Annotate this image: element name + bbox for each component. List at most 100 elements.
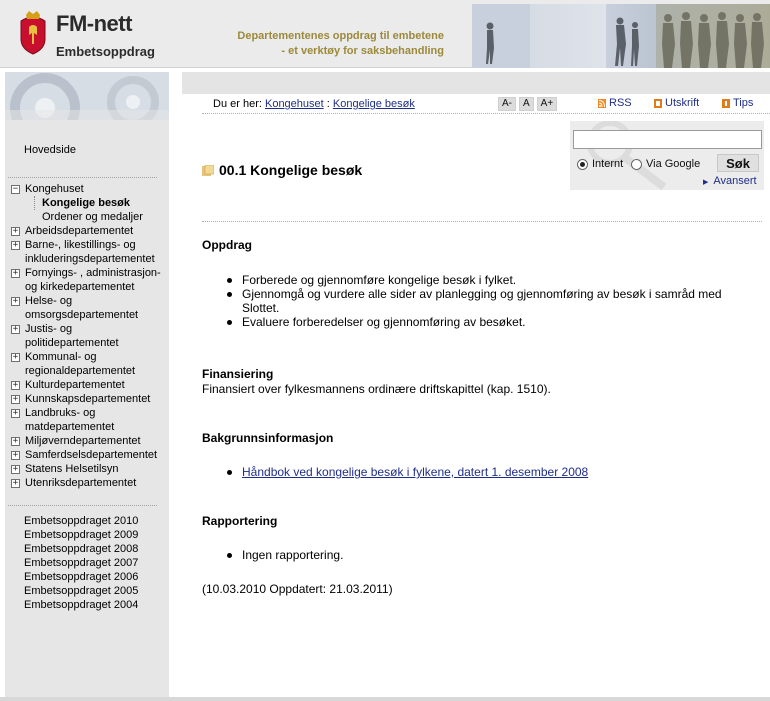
tips-icon xyxy=(722,98,730,108)
year-link[interactable]: Embetsoppdraget 2008 xyxy=(24,542,138,556)
nav-item[interactable]: − Kongehuset xyxy=(10,182,168,196)
nav-item-label: Justis- og politidepartementet xyxy=(25,323,119,349)
print-link[interactable]: Utskrift xyxy=(654,97,714,109)
gears-decoration xyxy=(5,72,169,120)
expand-icon[interactable]: + xyxy=(11,395,20,404)
nav-item-label: Kongehuset xyxy=(25,183,84,195)
expand-icon[interactable]: + xyxy=(11,241,20,250)
rss-label: RSS xyxy=(609,97,632,109)
expand-icon[interactable]: + xyxy=(11,409,20,418)
coat-of-arms-logo[interactable] xyxy=(18,11,48,55)
radio-label: Internt xyxy=(592,158,624,170)
date-info: (10.03.2010 Oppdatert: 21.03.2011) xyxy=(202,582,393,596)
header-people-photo xyxy=(472,4,770,68)
left-navigation: Hovedside − Kongehuset Kongelige besøk Orde… xyxy=(5,120,169,698)
list-item: Gjennomgå og vurdere alle sider av planl… xyxy=(223,287,753,315)
year-link[interactable]: Embetsoppdraget 2005 xyxy=(24,584,138,598)
breadcrumb: Du er her: Kongehuset : Kongelige besøk xyxy=(213,98,415,110)
search-button[interactable]: Søk xyxy=(717,154,759,172)
search-panel: Internt Via Google Søk ▶ Avansert xyxy=(570,121,764,190)
section-heading-bakgrunn: Bakgrunnsinformasjon xyxy=(202,431,334,445)
nav-home-link[interactable]: Hovedside xyxy=(24,144,76,156)
rss-link[interactable]: RSS xyxy=(598,97,650,109)
breadcrumb-link-kongehuset[interactable]: Kongehuset xyxy=(265,98,324,110)
year-link[interactable]: Embetsoppdraget 2007 xyxy=(24,556,138,570)
nav-subitem[interactable]: Ordener og medaljer xyxy=(34,210,168,224)
collapse-icon[interactable]: − xyxy=(11,185,20,194)
font-reset-button[interactable]: A xyxy=(519,97,534,111)
expand-icon[interactable]: + xyxy=(11,437,20,446)
nav-item[interactable]: + Justis- og politidepartementet xyxy=(10,322,168,350)
expand-icon[interactable]: + xyxy=(11,465,20,474)
radio-selected-indicator xyxy=(577,158,588,170)
nav-item[interactable]: + Statens Helsetilsyn xyxy=(10,462,168,476)
site-header: FM-nett Embetsoppdrag Departementenes op… xyxy=(0,0,770,68)
breadcrumb-separator: : xyxy=(326,98,330,110)
year-link[interactable]: Embetsoppdraget 2006 xyxy=(24,570,138,584)
year-link[interactable]: Embetsoppdraget 2010 xyxy=(24,514,138,528)
tips-label: Tips xyxy=(733,97,754,109)
year-link[interactable]: Embetsoppdraget 2009 xyxy=(24,528,138,542)
nav-item[interactable]: + Kommunal- og regionaldepartementet xyxy=(10,350,168,378)
nav-item[interactable]: + Kunnskapsdepartementet xyxy=(10,392,168,406)
rapportering-list: Ingen rapportering. xyxy=(223,548,753,562)
document-icon xyxy=(202,164,214,176)
expand-icon[interactable]: + xyxy=(11,297,20,306)
nav-item-label: Arbeidsdepartementet xyxy=(25,225,134,237)
search-scope-internal-radio[interactable]: Internt xyxy=(577,158,623,170)
print-icon xyxy=(654,98,662,108)
divider xyxy=(8,505,157,506)
breadcrumb-link-kongelige-besok[interactable]: Kongelige besøk xyxy=(333,98,415,110)
window-bottom-edge xyxy=(0,697,770,701)
nav-item-label: Statens Helsetilsyn xyxy=(25,463,119,475)
expand-icon[interactable]: + xyxy=(11,269,20,278)
expand-icon[interactable]: + xyxy=(11,227,20,236)
nav-item[interactable]: + Barne-, likestillings- og inkluderingsd… xyxy=(10,238,168,266)
nav-subitem-current[interactable]: Kongelige besøk xyxy=(34,196,168,210)
expand-icon[interactable]: + xyxy=(11,479,20,488)
search-scope-google-radio[interactable]: Via Google xyxy=(631,158,700,170)
nav-item-label: Landbruks- og matdepartementet xyxy=(25,407,115,433)
handbook-link[interactable]: Håndbok ved kongelige besøk i fylkene, d… xyxy=(242,465,588,479)
nav-item[interactable]: + Helse- og omsorgsdepartementet xyxy=(10,294,168,322)
tips-link[interactable]: Tips xyxy=(722,97,762,109)
page-heading: 00.1 Kongelige besøk xyxy=(202,162,362,178)
page-title: 00.1 Kongelige besøk xyxy=(219,162,363,178)
list-item: Ingen rapportering. xyxy=(223,548,753,562)
expand-icon[interactable]: + xyxy=(11,451,20,460)
expand-icon[interactable]: + xyxy=(11,325,20,334)
font-increase-button[interactable]: A+ xyxy=(536,97,558,111)
nav-item-label: Kommunal- og regionaldepartementet xyxy=(25,351,136,377)
advanced-search-label: Avansert xyxy=(713,175,757,187)
nav-item[interactable]: + Samferdselsdepartementet xyxy=(10,448,168,462)
font-decrease-button[interactable]: A- xyxy=(498,97,516,111)
nav-item[interactable]: + Kulturdepartementet xyxy=(10,378,168,392)
divider xyxy=(8,177,157,178)
nav-item[interactable]: + Miljøverndepartementet xyxy=(10,434,168,448)
top-strip xyxy=(182,72,770,94)
finansiering-text: Finansiert over fylkesmannens ordinære d… xyxy=(202,382,551,396)
advanced-search-link[interactable]: ▶ Avansert xyxy=(703,175,757,187)
expand-icon[interactable]: + xyxy=(11,381,20,390)
nav-item-label: Miljøverndepartementet xyxy=(25,435,141,447)
nav-item-label: Kulturdepartementet xyxy=(25,379,125,391)
brand-subtitle: Embetsoppdrag xyxy=(56,44,155,59)
search-input[interactable] xyxy=(573,130,762,149)
nav-item-label: Barne-, likestillings- og inkluderingsde… xyxy=(25,239,155,265)
nav-item-label: Helse- og omsorgsdepartementet xyxy=(25,295,139,321)
list-item: Forberede og gjennomføre kongelige besøk… xyxy=(223,273,753,287)
nav-item[interactable]: + Arbeidsdepartementet xyxy=(10,224,168,238)
expand-icon[interactable]: + xyxy=(11,353,20,362)
section-heading-rapportering: Rapportering xyxy=(202,514,278,528)
print-label: Utskrift xyxy=(665,97,700,109)
nav-item[interactable]: + Landbruks- og matdepartementet xyxy=(10,406,168,434)
tagline-line-1: Departementenes oppdrag til embetene xyxy=(237,30,444,42)
brand-title[interactable]: FM-nett xyxy=(56,12,132,36)
year-link[interactable]: Embetsoppdraget 2004 xyxy=(24,598,138,612)
nav-item[interactable]: + Fornyings- , administrasjon- og kirkede… xyxy=(10,266,168,294)
section-heading-oppdrag: Oppdrag xyxy=(202,238,252,252)
nav-item[interactable]: + Utenriksdepartementet xyxy=(10,476,168,490)
divider xyxy=(202,113,770,114)
nav-item-label: Kunnskapsdepartementet xyxy=(25,393,151,405)
tagline-line-2: - et verktøy for saksbehandling xyxy=(281,45,444,57)
